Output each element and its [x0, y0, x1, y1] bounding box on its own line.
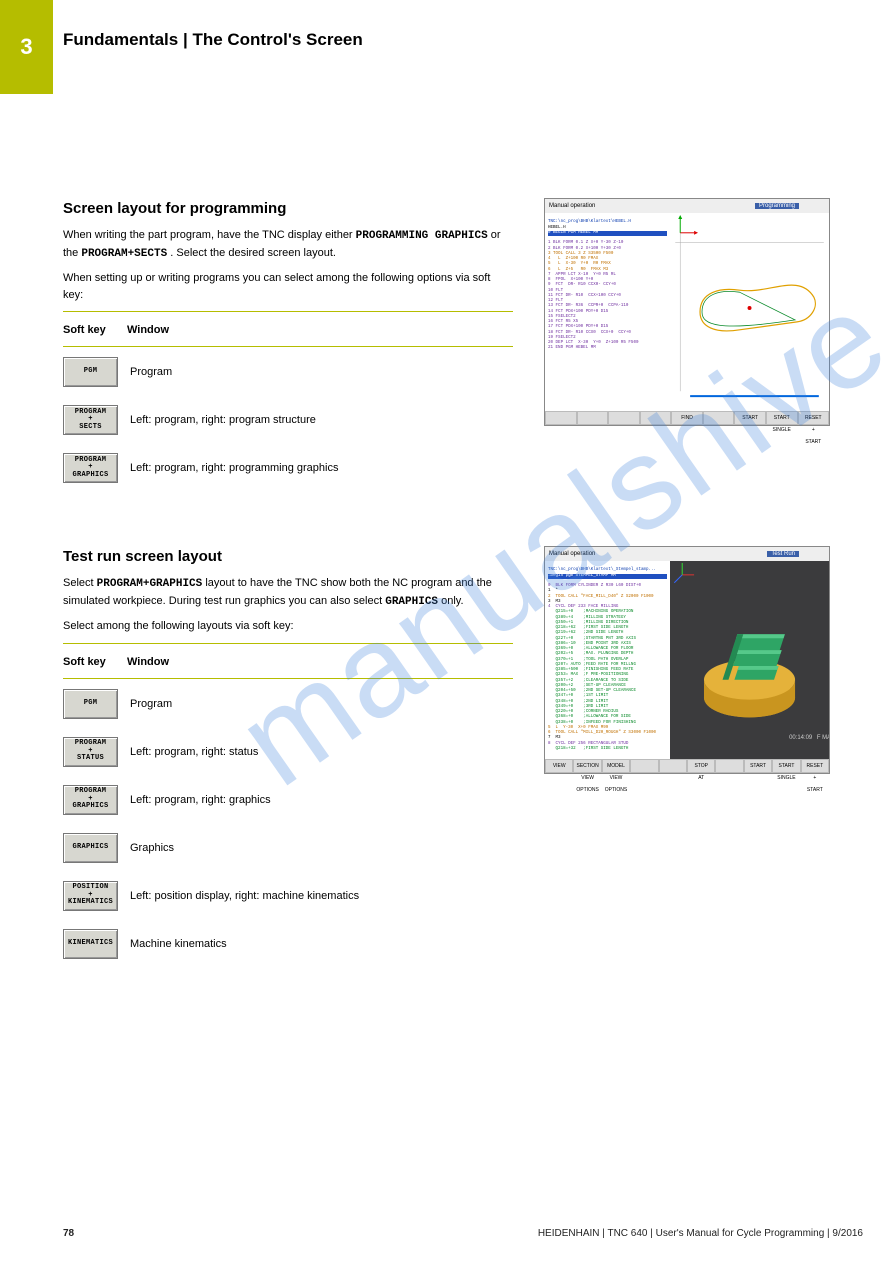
section-testrun-layout: Test run screen layout Select PROGRAM+GR… — [63, 548, 513, 973]
screenshot-programming: Manual operation Programming TNC:\nc_pro… — [544, 198, 830, 426]
mini-softkey — [577, 411, 609, 425]
breadcrumb: Fundamentals | The Control's Screen — [63, 30, 863, 50]
softkey[interactable]: PGM — [63, 357, 118, 387]
section-title: Screen layout for programming — [63, 200, 513, 217]
softkey[interactable]: PROGRAM + GRAPHICS — [63, 785, 118, 815]
mode-programming: Programming — [755, 203, 799, 209]
softkey[interactable]: PROGRAM + SECTS — [63, 405, 118, 435]
softkey[interactable]: PROGRAM + GRAPHICS — [63, 453, 118, 483]
softkey-meaning: Program — [118, 366, 513, 378]
nc-program-listing: TNC:\nc_prog\BHB\Klartext\HEBEL.H HEBEL.… — [545, 213, 670, 411]
mini-softkey[interactable]: START SINGLE — [766, 411, 798, 425]
mini-softkey[interactable]: START SINGLE — [772, 759, 800, 773]
softkey-meaning: Program — [118, 698, 513, 710]
mode-manual: Manual operation — [545, 551, 599, 557]
page-number: 78 — [63, 1228, 74, 1239]
table-header: Soft key Window — [63, 318, 513, 340]
page-header: Fundamentals | The Control's Screen — [63, 30, 863, 50]
col-softkey: Soft key — [63, 324, 127, 336]
softkey-row: VIEWSECTION VIEW OPTIONSMODEL VIEW OPTIO… — [545, 759, 829, 773]
chapter-tab: 3 — [0, 0, 53, 94]
mini-softkey[interactable]: START — [744, 759, 772, 773]
softkey-meaning: Left: program, right: program structure — [118, 414, 513, 426]
sim-time: 00:14:09 — [789, 735, 813, 741]
table-rule — [63, 678, 513, 679]
mini-softkey — [659, 759, 687, 773]
col-softkey: Soft key — [63, 656, 127, 668]
mini-softkey — [640, 411, 672, 425]
softkey-row: FIND STARTSTART SINGLERESET + START — [545, 411, 829, 425]
softkey[interactable]: PROGRAM + STATUS — [63, 737, 118, 767]
softkey-meaning: Left: program, right: graphics — [118, 794, 513, 806]
softkey[interactable]: KINEMATICS — [63, 929, 118, 959]
table-row: PGMProgram — [63, 685, 513, 733]
nc-program-listing: TNC:\nc_prog\BHB\Klartext\_Stempel_stamp… — [545, 561, 670, 759]
body-text: When setting up or writing programs you … — [63, 270, 513, 303]
section-programming-layout: Screen layout for programming When writi… — [63, 200, 513, 497]
chapter-number: 3 — [0, 0, 53, 60]
table-row: PGMProgram — [63, 353, 513, 401]
softkey[interactable]: POSITION + KINEMATICS — [63, 881, 118, 911]
mini-softkey[interactable]: START — [734, 411, 766, 425]
footer-product: HEIDENHAIN | TNC 640 | User's Manual for… — [538, 1228, 863, 1239]
table-row: PROGRAM + GRAPHICSLeft: program, right: … — [63, 781, 513, 829]
softkey[interactable]: PGM — [63, 689, 118, 719]
mode-test-run: Test Run — [767, 551, 799, 557]
softkey-meaning: Left: program, right: programming graphi… — [118, 462, 513, 474]
col-window: Window — [127, 324, 513, 336]
body-text: Select PROGRAM+GRAPHICS layout to have t… — [63, 575, 513, 610]
test-run-graphics-view: 00:14:09 F MAX — [670, 561, 829, 759]
table-row: PROGRAM + STATUSLeft: program, right: st… — [63, 733, 513, 781]
mini-softkey[interactable]: VIEW — [545, 759, 573, 773]
softkey-meaning: Left: position display, right: machine k… — [118, 890, 513, 902]
table-row: GRAPHICSGraphics — [63, 829, 513, 877]
body-text: Select among the following layouts via s… — [63, 618, 513, 635]
mode-bar: Manual operation Test Run — [545, 547, 829, 561]
table-row: KINEMATICSMachine kinematics — [63, 925, 513, 973]
table-row: POSITION + KINEMATICSLeft: position disp… — [63, 877, 513, 925]
col-window: Window — [127, 656, 513, 668]
mini-softkey — [715, 759, 743, 773]
mini-softkey[interactable]: SECTION VIEW OPTIONS — [573, 759, 601, 773]
mini-softkey — [545, 411, 577, 425]
mini-softkey — [608, 411, 640, 425]
section-title: Test run screen layout — [63, 548, 513, 565]
table-rule — [63, 311, 513, 312]
table-header: Soft key Window — [63, 650, 513, 672]
programming-graphics-view — [670, 213, 829, 411]
table-rule — [63, 643, 513, 644]
table-row: PROGRAM + GRAPHICSLeft: program, right: … — [63, 449, 513, 497]
softkey-meaning: Graphics — [118, 842, 513, 854]
softkey[interactable]: GRAPHICS — [63, 833, 118, 863]
softkey-meaning: Left: program, right: status — [118, 746, 513, 758]
mini-softkey[interactable]: RESET + START — [798, 411, 830, 425]
mini-softkey — [703, 411, 735, 425]
mode-bar: Manual operation Programming — [545, 199, 829, 213]
screenshot-test-run: Manual operation Test Run TNC:\nc_prog\B… — [544, 546, 830, 774]
page-footer: 78 HEIDENHAIN | TNC 640 | User's Manual … — [63, 1228, 863, 1239]
mini-softkey[interactable]: FIND — [671, 411, 703, 425]
mini-softkey[interactable]: MODEL VIEW OPTIONS — [602, 759, 630, 773]
mini-softkey — [630, 759, 658, 773]
mini-softkey[interactable]: STOP AT — [687, 759, 715, 773]
svg-text:F MAX: F MAX — [817, 735, 829, 741]
mini-softkey[interactable]: RESET + START — [801, 759, 829, 773]
table-row: PROGRAM + SECTSLeft: program, right: pro… — [63, 401, 513, 449]
table-rule — [63, 346, 513, 347]
mode-manual: Manual operation — [545, 203, 599, 209]
body-text: When writing the part program, have the … — [63, 227, 513, 262]
softkey-meaning: Machine kinematics — [118, 938, 513, 950]
